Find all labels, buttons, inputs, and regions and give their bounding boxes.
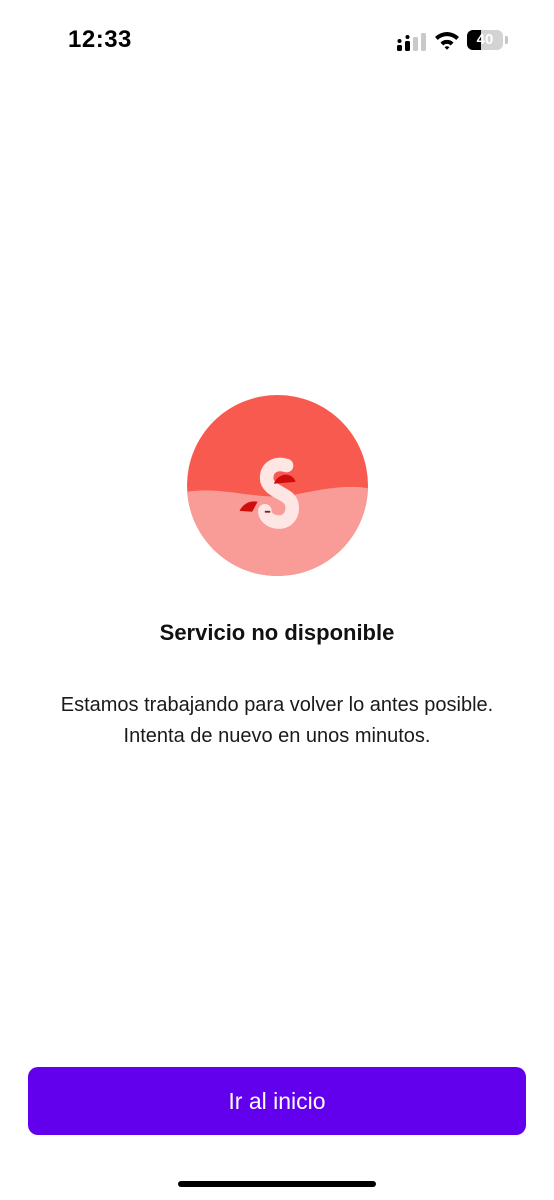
status-bar: 12:33 40 — [0, 0, 554, 80]
cellular-signal-icon — [397, 33, 426, 51]
error-message-line-1: Estamos trabajando para volver lo antes … — [60, 694, 494, 716]
go-home-button[interactable]: Ir al inicio — [28, 1067, 526, 1135]
battery-cap — [505, 36, 508, 44]
service-unavailable-illustration — [187, 395, 368, 576]
home-indicator — [178, 1181, 376, 1187]
illustration-dash — [264, 510, 271, 513]
illustration-water — [187, 486, 368, 576]
battery-level: 40 — [476, 31, 494, 48]
battery-body: 40 — [467, 30, 503, 50]
page-title: Servicio no disponible — [159, 620, 395, 645]
wifi-icon — [435, 32, 459, 50]
error-message: Estamos trabajando para volver lo antes … — [0, 690, 554, 752]
battery-icon: 40 — [467, 30, 509, 52]
error-message-line-2: Intenta de nuevo en unos minutos. — [123, 725, 431, 747]
status-time: 12:33 — [68, 26, 132, 53]
